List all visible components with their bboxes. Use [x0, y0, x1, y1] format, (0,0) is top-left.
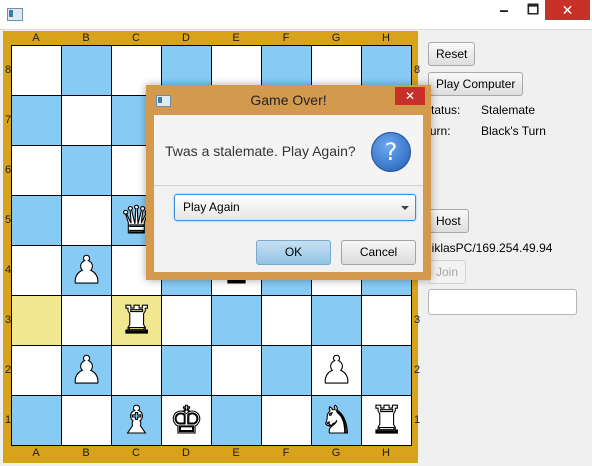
game-over-dialog: Game Over! ✕ Twas a stalemate. Play Agai…: [146, 85, 431, 280]
rank-label-8-left: 8: [4, 64, 12, 76]
white-pawn-piece[interactable]: ♟: [62, 346, 111, 395]
square-e2[interactable]: [212, 346, 261, 395]
dialog-close-button[interactable]: ✕: [395, 87, 425, 105]
square-g3[interactable]: [312, 296, 361, 345]
file-label-a-bottom: A: [32, 447, 40, 459]
square-a3[interactable]: [12, 296, 61, 345]
file-label-g-top: G: [331, 32, 341, 44]
square-f1[interactable]: [262, 396, 311, 445]
file-label-e-bottom: E: [232, 447, 240, 459]
square-a1[interactable]: [12, 396, 61, 445]
square-b7[interactable]: [62, 96, 111, 145]
rank-label-7-left: 7: [4, 114, 12, 126]
square-b3[interactable]: [62, 296, 111, 345]
ok-button[interactable]: OK: [256, 240, 331, 265]
square-d3[interactable]: [162, 296, 211, 345]
window-titlebar: 🗕 🗖 ✕: [0, 0, 592, 30]
play-again-select[interactable]: Play Again: [174, 194, 416, 221]
host-button[interactable]: Host: [428, 209, 469, 233]
square-b1[interactable]: [62, 396, 111, 445]
file-label-h-bottom: H: [382, 447, 390, 459]
file-label-a-top: A: [32, 32, 40, 44]
square-a6[interactable]: [12, 146, 61, 195]
rank-label-3-right: 3: [413, 314, 421, 326]
square-a5[interactable]: [12, 196, 61, 245]
file-label-e-top: E: [232, 32, 240, 44]
file-label-c-bottom: C: [132, 447, 140, 459]
square-h3[interactable]: [362, 296, 411, 345]
question-icon: ?: [371, 132, 411, 172]
host-address: NiklasPC/169.254.49.94: [423, 241, 553, 255]
white-bishop-piece[interactable]: ♝: [112, 396, 161, 445]
file-label-g-bottom: G: [331, 447, 341, 459]
rank-label-2-right: 2: [413, 364, 421, 376]
square-b8[interactable]: [62, 46, 111, 95]
square-f2[interactable]: [262, 346, 311, 395]
rank-label-3-left: 3: [4, 314, 12, 326]
dialog-message: Twas a stalemate. Play Again?: [165, 143, 356, 159]
square-a4[interactable]: [12, 246, 61, 295]
close-button[interactable]: ✕: [545, 0, 590, 20]
select-value: Play Again: [183, 200, 240, 214]
dialog-header: Twas a stalemate. Play Again? ?: [154, 115, 423, 186]
white-rook-piece[interactable]: ♜: [362, 396, 411, 445]
square-c2[interactable]: [112, 346, 161, 395]
rank-label-2-left: 2: [4, 364, 12, 376]
play-computer-button[interactable]: Play Computer: [428, 72, 524, 96]
file-label-b-top: B: [82, 32, 90, 44]
cancel-button[interactable]: Cancel: [341, 240, 416, 265]
square-e1[interactable]: [212, 396, 261, 445]
chevron-down-icon[interactable]: [401, 206, 409, 210]
white-rook-piece[interactable]: ♜: [112, 296, 161, 345]
file-label-b-bottom: B: [82, 447, 90, 459]
rank-label-6-left: 6: [4, 164, 12, 176]
rank-label-8-right: 8: [413, 64, 421, 76]
file-label-d-top: D: [182, 32, 190, 44]
square-h2[interactable]: [362, 346, 411, 395]
rank-label-1-left: 1: [4, 414, 12, 426]
square-a2[interactable]: [12, 346, 61, 395]
file-label-c-top: C: [132, 32, 140, 44]
reset-button[interactable]: Reset: [428, 42, 476, 66]
square-a8[interactable]: [12, 46, 61, 95]
square-d2[interactable]: [162, 346, 211, 395]
square-e3[interactable]: [212, 296, 261, 345]
square-a7[interactable]: [12, 96, 61, 145]
white-king-piece[interactable]: ♚: [162, 396, 211, 445]
status-value: Stalemate: [481, 103, 536, 117]
square-f3[interactable]: [262, 296, 311, 345]
app-icon: [7, 8, 23, 21]
file-label-h-top: H: [382, 32, 390, 44]
dialog-title: Game Over!: [250, 92, 327, 108]
white-pawn-piece[interactable]: ♟: [62, 246, 111, 295]
rank-label-5-left: 5: [4, 214, 12, 226]
file-label-f-bottom: F: [282, 447, 290, 459]
white-pawn-piece[interactable]: ♟: [312, 346, 361, 395]
file-label-d-bottom: D: [182, 447, 190, 459]
rank-label-4-left: 4: [4, 264, 12, 276]
dialog-body: Twas a stalemate. Play Again? ? Play Aga…: [154, 115, 423, 272]
turn-value: Black's Turn: [481, 124, 546, 138]
join-address-input[interactable]: [428, 289, 577, 315]
join-button[interactable]: Join: [428, 260, 467, 284]
white-knight-piece[interactable]: ♞: [312, 396, 361, 445]
rank-label-1-right: 1: [413, 414, 421, 426]
square-b6[interactable]: [62, 146, 111, 195]
square-b5[interactable]: [62, 196, 111, 245]
file-label-f-top: F: [282, 32, 290, 44]
